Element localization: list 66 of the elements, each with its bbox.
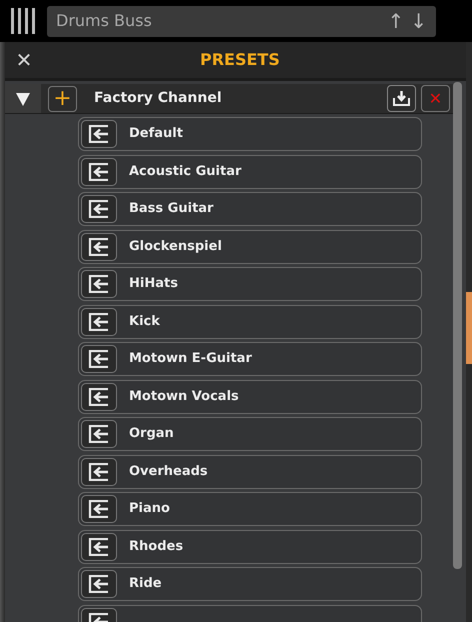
- preset-row[interactable]: Bass Guitar: [78, 192, 422, 226]
- move-up-button[interactable]: ↑: [387, 11, 404, 31]
- group-name: Factory Channel: [94, 89, 223, 108]
- load-preset-button[interactable]: [81, 270, 117, 298]
- preset-row[interactable]: Organ: [78, 417, 422, 451]
- preset-row[interactable]: Piano: [78, 492, 422, 526]
- grip-icon[interactable]: [10, 8, 35, 34]
- import-arrow-icon: [88, 388, 110, 406]
- import-arrow-icon: [88, 425, 110, 443]
- preset-name: Piano: [129, 500, 170, 518]
- import-arrow-icon: [88, 238, 110, 256]
- preset-name: Default: [129, 125, 183, 144]
- import-arrow-icon: [88, 312, 110, 330]
- load-preset-button[interactable]: [81, 345, 117, 373]
- track-name: Drums Buss: [56, 10, 153, 32]
- preset-row[interactable]: Rhodes: [78, 530, 422, 564]
- preset-row[interactable]: Acoustic Guitar: [78, 154, 422, 188]
- import-button[interactable]: [387, 85, 416, 112]
- preset-name: Overheads: [129, 462, 208, 481]
- track-selector[interactable]: Drums Buss ↑ ↓: [47, 6, 436, 36]
- preset-name: Motown Vocals: [129, 388, 239, 406]
- add-button[interactable]: +: [48, 86, 77, 112]
- preset-row[interactable]: Glockenspiel: [78, 230, 422, 264]
- load-preset-button[interactable]: [81, 458, 117, 486]
- preset-name: Acoustic Guitar: [129, 162, 242, 181]
- import-arrow-icon: [88, 538, 110, 556]
- load-preset-button[interactable]: [81, 532, 117, 560]
- move-down-button[interactable]: ↓: [410, 11, 427, 31]
- load-preset-button[interactable]: [81, 158, 117, 186]
- preset-row[interactable]: Default: [78, 117, 422, 151]
- load-preset-button[interactable]: [81, 232, 117, 260]
- close-button[interactable]: ✕: [5, 45, 43, 75]
- import-arrow-icon: [88, 350, 110, 368]
- preset-name: Organ: [129, 425, 174, 444]
- load-preset-button[interactable]: [81, 420, 117, 448]
- panel-title: PRESETS: [200, 49, 280, 71]
- preset-name: Motown E-Guitar: [129, 350, 252, 368]
- preset-name: Ride: [129, 575, 162, 594]
- expand-toggle[interactable]: [5, 84, 41, 113]
- download-icon: [393, 90, 410, 107]
- load-preset-button[interactable]: [81, 382, 117, 410]
- load-preset-button[interactable]: [81, 570, 117, 598]
- preset-name: Rhodes: [129, 538, 184, 556]
- preset-row[interactable]: HiHats: [78, 267, 422, 301]
- import-arrow-icon: [88, 500, 110, 518]
- preset-name: Bass Guitar: [129, 200, 214, 218]
- scrollbar-thumb[interactable]: [453, 82, 462, 569]
- preset-name: Glockenspiel: [129, 238, 222, 256]
- import-arrow-icon: [88, 575, 110, 593]
- import-arrow-icon: [88, 275, 110, 293]
- load-preset-button[interactable]: [81, 495, 117, 523]
- preset-row[interactable]: Motown Vocals: [78, 380, 422, 414]
- import-arrow-icon: [88, 462, 110, 480]
- collapse-triangle-icon: [16, 92, 30, 106]
- load-preset-button[interactable]: [81, 195, 117, 223]
- preset-name: HiHats: [129, 275, 178, 294]
- preset-row[interactable]: Ride: [78, 567, 422, 601]
- preset-row[interactable]: Overheads: [78, 454, 422, 488]
- import-arrow-icon: [88, 200, 110, 218]
- preset-name: Kick: [129, 312, 160, 331]
- load-preset-button[interactable]: [81, 308, 117, 336]
- preset-row[interactable]: Motown E-Guitar: [78, 342, 422, 376]
- import-arrow-icon: [88, 125, 110, 143]
- import-arrow-icon: [88, 162, 110, 180]
- preset-row[interactable]: Kick: [78, 304, 422, 338]
- load-preset-button[interactable]: [81, 120, 117, 148]
